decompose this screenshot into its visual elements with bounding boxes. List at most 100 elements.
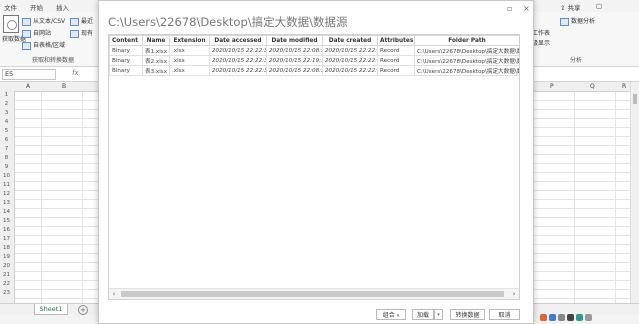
row-header[interactable]: 17 [0, 236, 13, 242]
column-header[interactable]: Folder Path [414, 35, 519, 46]
folder-path-cell: C:\Users\22678\Desktop\搞定大数据\数 [414, 45, 519, 56]
analysis-icon [560, 17, 569, 26]
content-cell[interactable]: Binary [109, 45, 143, 56]
column-header[interactable]: Date created [322, 35, 378, 46]
row-header[interactable]: 14 [0, 209, 13, 215]
name-cell: 表1.xlsx [142, 45, 170, 56]
grid-icon[interactable] [585, 314, 592, 321]
column-header[interactable]: R [622, 83, 626, 90]
load-button[interactable]: 加载 [412, 309, 434, 320]
name-cell: 表3.xlsx [142, 65, 170, 76]
column-header[interactable]: Name [142, 35, 170, 46]
row-header[interactable]: 13 [0, 200, 13, 206]
cancel-button[interactable]: 取消 [489, 309, 520, 320]
from-text-csv-button[interactable]: 从文本/CSV [22, 16, 65, 26]
column-header[interactable]: Extension [169, 35, 210, 46]
row-header[interactable]: 8 [0, 155, 13, 161]
table-icon [22, 41, 31, 50]
row-header[interactable]: 1 [0, 92, 13, 98]
row-header[interactable]: 15 [0, 218, 13, 224]
column-header[interactable]: Date modified [266, 35, 323, 46]
content-cell[interactable]: Binary [109, 55, 143, 66]
scroll-thumb[interactable] [633, 94, 637, 104]
row-header[interactable]: 5 [0, 128, 13, 134]
restore-button[interactable]: ▫ [507, 4, 512, 13]
column-header[interactable]: B [62, 83, 66, 90]
recent-icon [70, 17, 79, 26]
add-sheet-button[interactable]: + [78, 305, 88, 315]
column-header[interactable]: Content [109, 35, 143, 46]
date-modified-cell: 2020/10/15 22:08:55 [266, 45, 323, 56]
row-header[interactable]: 2 [0, 101, 13, 107]
name-cell: 表2.xlsx [142, 55, 170, 66]
attributes-cell[interactable]: Record [377, 55, 415, 66]
column-header[interactable]: Date accessed [209, 35, 267, 46]
close-button[interactable]: × [523, 4, 530, 13]
row-header[interactable]: 18 [0, 245, 13, 251]
from-table-button[interactable]: 自表格/区域 [22, 40, 65, 50]
row-header[interactable]: 7 [0, 146, 13, 152]
name-box[interactable]: E5 [2, 69, 56, 80]
row-header[interactable]: 10 [0, 173, 13, 179]
fx-icon[interactable]: fx [72, 69, 79, 77]
sheet-tab-sheet1[interactable]: Sheet1 [34, 304, 68, 315]
table-row[interactable]: Binary 表1.xlsx .xlsx 2020/10/15 22:22:31… [109, 45, 519, 56]
group-label-analysis: 分析 [570, 57, 583, 64]
date-created-cell: 2020/10/15 22:22:31 [322, 45, 378, 56]
from-web-button[interactable]: 自网站 [22, 28, 51, 38]
row-header[interactable]: 19 [0, 254, 13, 260]
shirt-icon[interactable] [576, 314, 583, 321]
load-options-chevron-down-icon[interactable]: ▾ [434, 309, 443, 320]
row-header[interactable]: 23 [0, 290, 13, 296]
data-analysis-button[interactable]: 数据分析 [560, 16, 595, 26]
horizontal-scrollbar[interactable]: ‹ › [109, 288, 519, 299]
tab-home[interactable]: 开始 [30, 2, 43, 12]
keyboard-icon[interactable] [567, 314, 574, 321]
existing-connections-button[interactable]: 现有 [70, 28, 93, 38]
combine-button[interactable]: 组合 ▾ [376, 309, 406, 320]
file-preview-table-container: Content Name Extension Date accessed Dat… [108, 34, 520, 300]
content-cell[interactable]: Binary [109, 65, 143, 76]
tray-icon[interactable] [549, 314, 556, 321]
date-modified-cell: 2020/10/15 22:19:18 [266, 55, 323, 66]
row-header[interactable]: 12 [0, 191, 13, 197]
row-header[interactable]: 6 [0, 137, 13, 143]
extension-cell: .xlsx [169, 65, 210, 76]
table-header-row: Content Name Extension Date accessed Dat… [109, 35, 519, 46]
chevron-down-icon: ▾ [396, 313, 400, 319]
get-data-icon[interactable] [3, 15, 19, 33]
scroll-left-icon[interactable]: ‹ [109, 289, 119, 299]
vertical-scrollbar[interactable] [630, 82, 639, 304]
column-header[interactable]: Attributes [377, 35, 415, 46]
row-headers: 1 2 3 4 5 6 7 8 9 10 11 12 13 14 15 16 17 18 19 20 21 22 23 [0, 91, 15, 304]
ime-icon[interactable] [540, 314, 547, 321]
attributes-cell[interactable]: Record [377, 45, 415, 56]
row-header[interactable]: 20 [0, 263, 13, 269]
recent-sources-button[interactable]: 最近 [70, 16, 93, 26]
row-header[interactable]: 3 [0, 110, 13, 116]
scroll-thumb[interactable] [121, 291, 504, 297]
scroll-right-icon[interactable]: › [509, 289, 519, 299]
row-header[interactable]: 16 [0, 227, 13, 233]
share-icon: ⇪ [560, 4, 566, 12]
row-header[interactable]: 11 [0, 182, 13, 188]
attributes-cell[interactable]: Record [377, 65, 415, 76]
comments-icon[interactable]: ▢ [596, 2, 602, 10]
row-header[interactable]: 4 [0, 119, 13, 125]
column-header[interactable]: A [26, 83, 30, 90]
date-accessed-cell: 2020/10/15 22:22:31 [209, 65, 267, 76]
system-tray [540, 314, 594, 324]
row-header[interactable]: 21 [0, 272, 13, 278]
row-header[interactable]: 9 [0, 164, 13, 170]
table-row[interactable]: Binary 表2.xlsx .xlsx 2020/10/15 22:22:31… [109, 55, 519, 66]
column-header[interactable]: P [550, 83, 554, 90]
share-button[interactable]: ⇪ 共享 [560, 2, 581, 12]
date-created-cell: 2020/10/15 22:22:31 [322, 55, 378, 66]
transform-data-button[interactable]: 转换数据 [450, 309, 485, 320]
table-row[interactable]: Binary 表3.xlsx .xlsx 2020/10/15 22:22:31… [109, 65, 519, 76]
tab-insert[interactable]: 插入 [56, 2, 69, 12]
tab-file[interactable]: 文件 [4, 2, 17, 12]
column-header[interactable]: Q [590, 83, 595, 90]
row-header[interactable]: 22 [0, 281, 13, 287]
mic-icon[interactable] [558, 314, 565, 321]
